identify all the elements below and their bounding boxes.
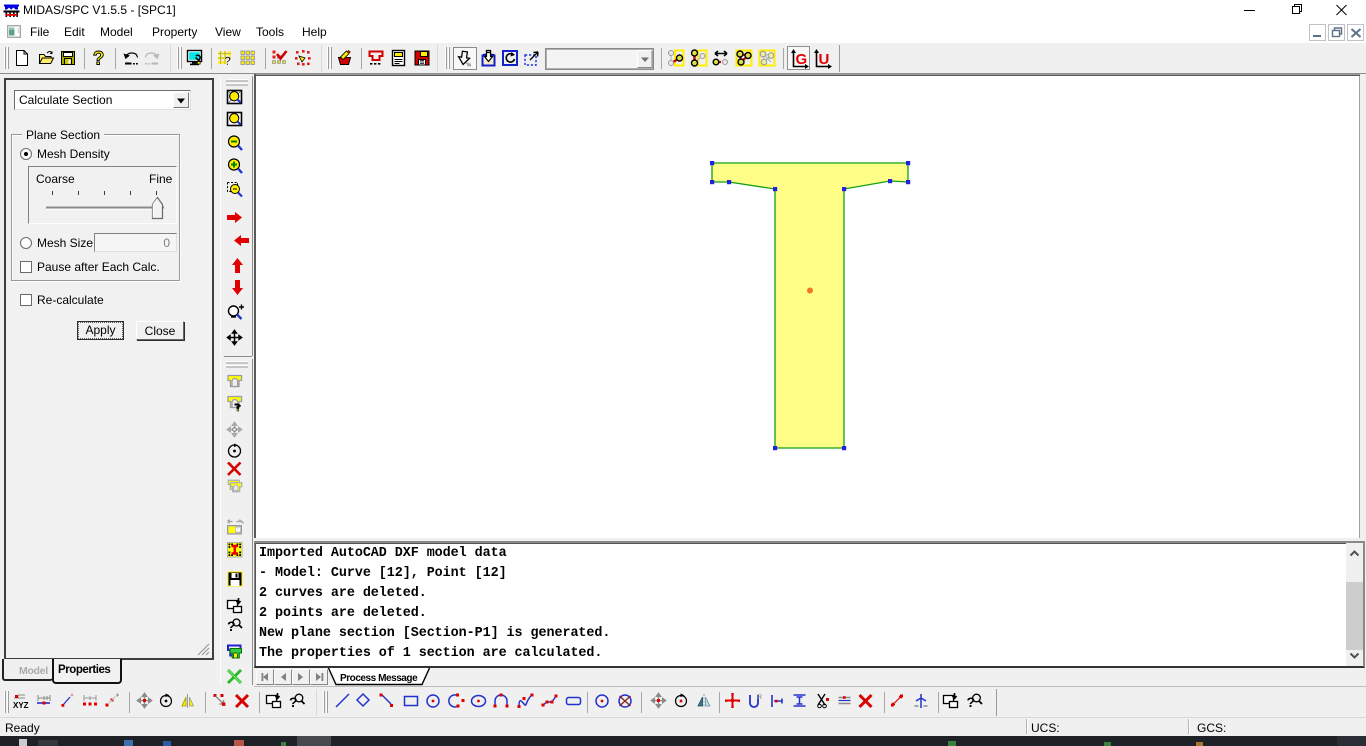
- svg-text:XYZ: XYZ: [13, 701, 29, 710]
- svg-text:U: U: [819, 51, 830, 68]
- svg-text:R: R: [757, 694, 762, 701]
- svg-text:?: ?: [93, 49, 105, 70]
- svg-text:Process Message: Process Message: [340, 673, 418, 684]
- svg-text:?: ?: [224, 54, 231, 68]
- svg-text:G: G: [796, 51, 808, 68]
